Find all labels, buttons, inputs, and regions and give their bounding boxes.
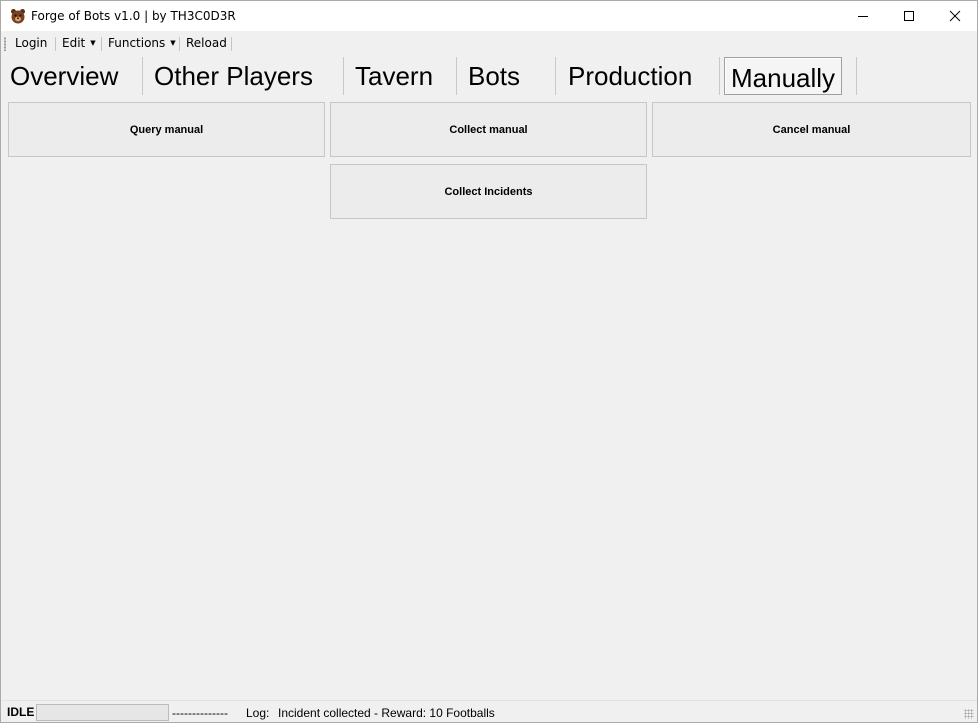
tab-manually[interactable]: Manually <box>724 57 843 95</box>
collect-incidents-button[interactable]: Collect Incidents <box>330 164 647 219</box>
tab-production[interactable]: Production <box>568 57 692 95</box>
menu-separator <box>101 37 102 51</box>
dropdown-arrow-icon: ▼ <box>90 39 96 47</box>
query-manual-button[interactable]: Query manual <box>8 102 325 157</box>
minimize-button[interactable] <box>840 1 886 31</box>
collect-manual-button[interactable]: Collect manual <box>330 102 647 157</box>
menu-functions-label: Functions <box>108 36 166 50</box>
query-manual-label: Query manual <box>129 123 204 136</box>
tab-separator <box>719 57 720 95</box>
log-label: Log: <box>246 706 270 720</box>
menu-separator <box>55 37 56 51</box>
window-title: Forge of Bots v1.0 | by TH3C0D3R <box>31 9 236 23</box>
status-bar: IDLE -------------- Log: Incident collec… <box>1 700 977 723</box>
menu-functions[interactable]: Functions ▼ <box>108 36 176 50</box>
progress-bar <box>36 704 169 721</box>
menu-reload[interactable]: Reload <box>186 36 227 50</box>
tab-separator <box>343 57 344 95</box>
title-bar[interactable]: Forge of Bots v1.0 | by TH3C0D3R <box>1 1 977 31</box>
status-divider: -------------- <box>172 706 228 720</box>
menu-bar: Login Edit ▼ Functions ▼ Reload <box>1 32 977 55</box>
minimize-icon <box>858 16 868 17</box>
tab-separator <box>142 57 143 95</box>
status-state: IDLE <box>7 705 35 719</box>
tab-overview[interactable]: Overview <box>10 57 118 95</box>
tab-other-players[interactable]: Other Players <box>154 57 313 95</box>
maximize-button[interactable] <box>886 1 932 31</box>
dropdown-arrow-icon: ▼ <box>170 39 176 47</box>
cancel-manual-button[interactable]: Cancel manual <box>652 102 971 157</box>
menu-login-label: Login <box>15 36 48 50</box>
maximize-icon <box>904 11 914 21</box>
menu-grip[interactable] <box>4 37 6 51</box>
bear-app-icon <box>10 8 26 24</box>
close-button[interactable] <box>932 1 978 31</box>
collect-incidents-label: Collect Incidents <box>444 185 533 198</box>
menu-separator <box>179 37 180 51</box>
tab-tavern[interactable]: Tavern <box>355 57 433 95</box>
collect-manual-label: Collect manual <box>449 123 528 136</box>
menu-reload-label: Reload <box>186 36 227 50</box>
menu-login[interactable]: Login <box>15 36 47 50</box>
close-icon <box>949 10 961 22</box>
tab-separator <box>555 57 556 95</box>
menu-edit-label: Edit <box>62 36 86 50</box>
resize-grip-icon[interactable] <box>964 709 974 719</box>
tab-separator <box>456 57 457 95</box>
log-message: Incident collected - Reward: 10 Football… <box>278 706 495 720</box>
menu-edit[interactable]: Edit ▼ <box>62 36 96 50</box>
cancel-manual-label: Cancel manual <box>772 123 851 136</box>
tab-bots[interactable]: Bots <box>468 57 520 95</box>
app-window: Forge of Bots v1.0 | by TH3C0D3R Login E… <box>0 0 978 723</box>
tab-separator <box>856 57 857 95</box>
menu-separator <box>231 37 232 51</box>
